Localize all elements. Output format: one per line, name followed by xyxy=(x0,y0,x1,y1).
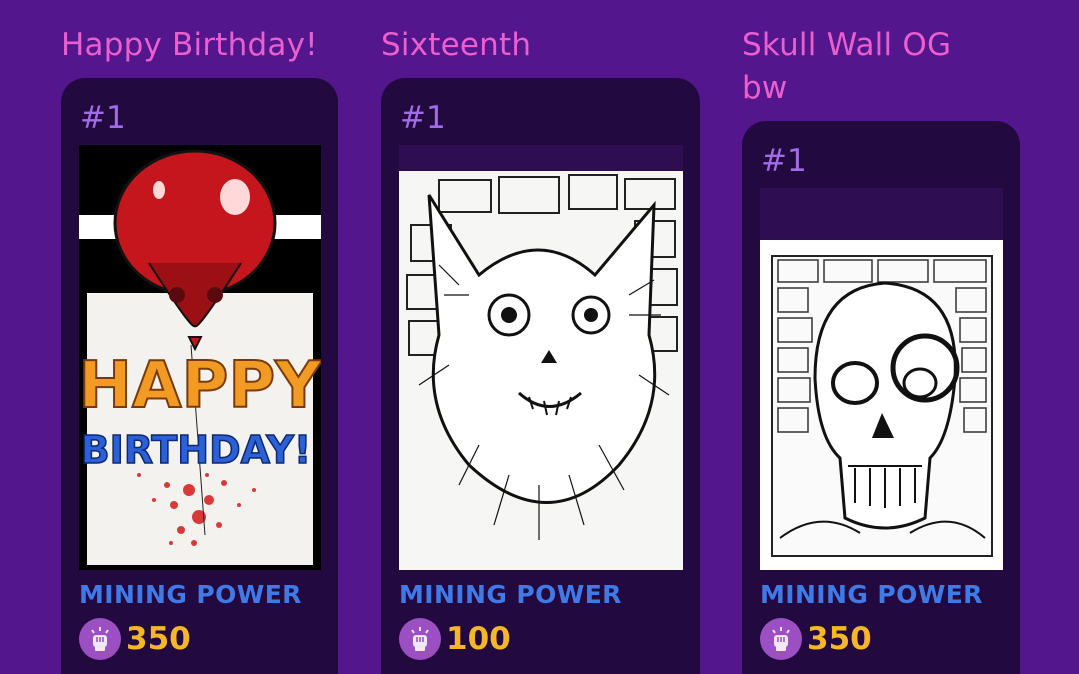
card-artwork[interactable]: HAPPY BIRTHDAY! xyxy=(79,145,321,570)
happy-birthday-artwork: HAPPY BIRTHDAY! xyxy=(79,145,321,570)
skull-wall-artwork xyxy=(760,240,1003,570)
card-title-line-2: bw xyxy=(742,70,788,106)
mining-power-label: MINING POWER xyxy=(79,580,302,609)
nft-card[interactable]: #1 xyxy=(61,78,338,674)
mining-power-value: 350 xyxy=(126,621,191,657)
mining-power-icon xyxy=(399,618,441,660)
card-number: #1 xyxy=(761,143,807,179)
card-artwork[interactable] xyxy=(399,145,683,570)
card-grid: Happy Birthday! #1 HAPPY BIRTHDAY! MININ… xyxy=(0,0,1079,674)
card-number: #1 xyxy=(80,100,126,136)
mining-power-icon xyxy=(79,618,121,660)
mining-power-row: 350 xyxy=(79,618,191,660)
mining-power-label: MINING POWER xyxy=(760,580,983,609)
card-artwork[interactable] xyxy=(760,188,1003,570)
nft-card[interactable]: #1 xyxy=(742,121,1020,674)
card-number: #1 xyxy=(400,100,446,136)
artwork-birthday-text: BIRTHDAY! xyxy=(81,428,312,472)
nft-card[interactable]: #1 xyxy=(381,78,700,674)
mining-power-icon xyxy=(760,618,802,660)
artwork-happy-text: HAPPY xyxy=(79,349,321,423)
mining-power-value: 100 xyxy=(446,621,511,657)
card-title: Skull Wall OG bw xyxy=(742,24,951,110)
mining-power-row: 100 xyxy=(399,618,511,660)
mining-power-row: 350 xyxy=(760,618,872,660)
mining-power-value: 350 xyxy=(807,621,872,657)
card-title-line-1: Skull Wall OG xyxy=(742,27,952,63)
card-title: Happy Birthday! xyxy=(61,27,318,63)
card-title: Sixteenth xyxy=(381,27,532,63)
mining-power-label: MINING POWER xyxy=(399,580,622,609)
sixteenth-artwork xyxy=(399,171,683,570)
